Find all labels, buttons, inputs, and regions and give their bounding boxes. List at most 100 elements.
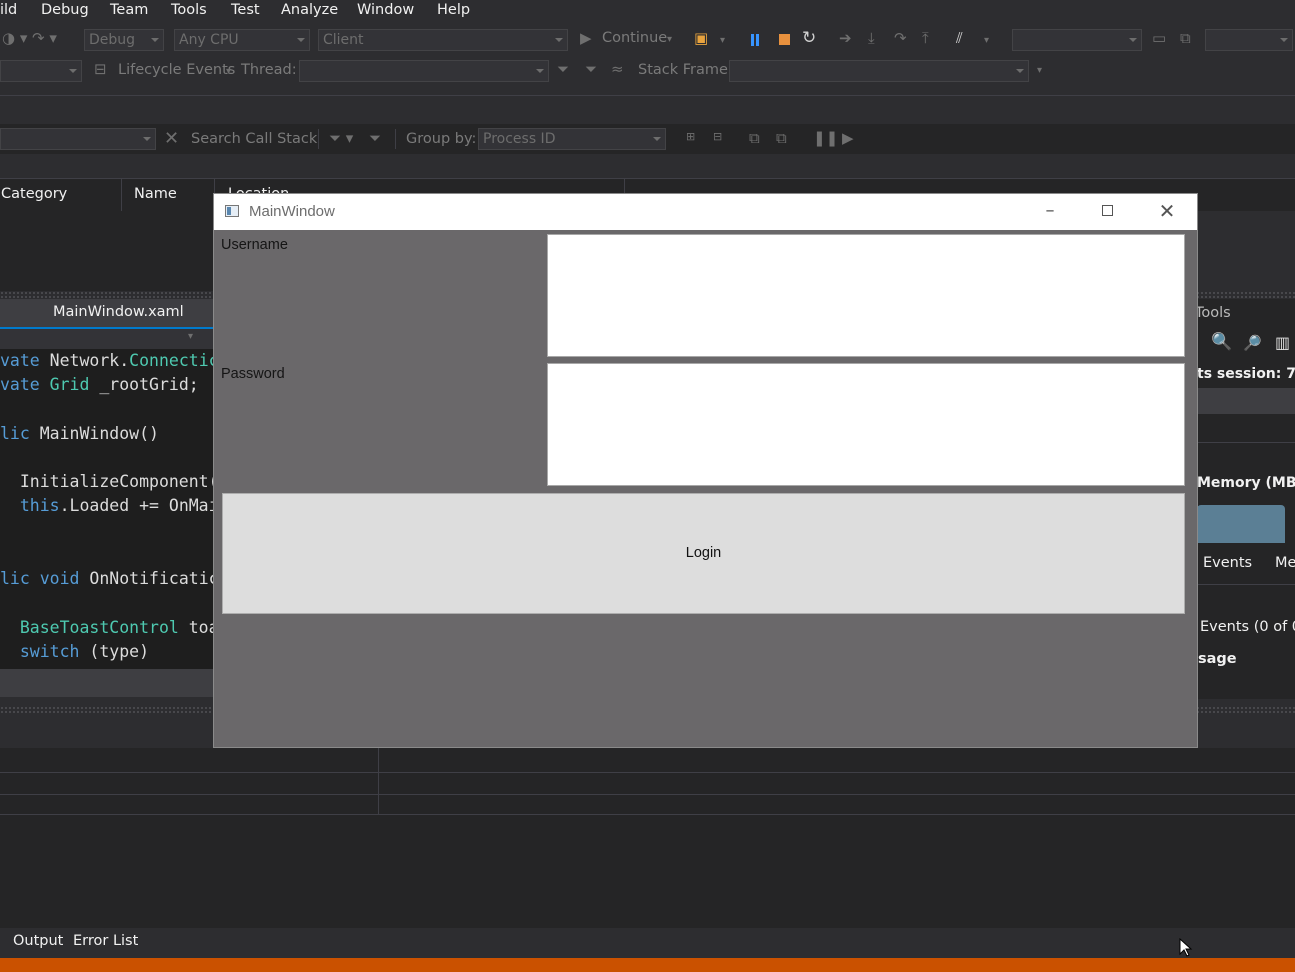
zoom-out-icon[interactable]: 🔎 [1243,334,1262,352]
filter-icon[interactable]: ⏷ ▾ [329,129,353,147]
stop-icon[interactable] [779,34,790,45]
chevron-down-icon[interactable]: ▾ [226,66,231,77]
code-line[interactable]: vate Grid _rootGrid; [0,375,199,394]
tab-error-list[interactable]: Error List [73,933,138,949]
code-token: . [119,351,130,370]
flag-icon[interactable]: ≈ [611,60,624,78]
column-name[interactable]: Name [134,186,177,202]
code-token: Grid [49,375,100,394]
hex-display-icon[interactable]: ⫽ [956,29,963,47]
continue-dropdown-icon[interactable]: ▾ [667,34,672,45]
show-next-statement-icon[interactable]: ➔ [839,29,852,47]
toolbar-overflow-icon[interactable]: ▾ [1037,65,1042,76]
code-line[interactable]: this.Loaded += OnMair [0,496,229,515]
group-by-value: Process ID [483,131,556,147]
maximize-button[interactable] [1079,194,1137,230]
password-input[interactable] [547,363,1185,486]
code-line[interactable]: lic void OnNotificatic [0,569,219,588]
stack-frame-label: Stack Frame: [638,62,733,78]
paste-icon[interactable]: ⧉ [776,129,787,147]
collapse-all-icon[interactable]: ⊟ [713,130,722,143]
code-line[interactable]: BaseToastControl toas [0,618,229,637]
pause-icon[interactable] [751,34,754,46]
code-line[interactable]: lic MainWindow() [0,424,159,443]
status-bar [0,958,1295,972]
editor-scrollbar[interactable] [0,669,214,697]
thread-label: Thread: [241,62,297,78]
tab-output[interactable]: Output [13,933,63,949]
editor-tab[interactable]: MainWindow.xaml [0,299,214,329]
standard-toolbar: ◑ ▾ ↷ ▾ Debug Any CPU Client ▶ Continue … [0,26,1295,54]
process-icon[interactable]: ▣ [694,29,708,47]
step-over-icon[interactable]: ↷ [894,29,907,47]
lifecycle-events-button[interactable]: Lifecycle Events [118,62,235,78]
tab-events[interactable]: Events [1203,555,1252,571]
login-button[interactable]: Login [222,493,1185,614]
close-icon: ✕ [1158,199,1176,223]
message-column-header[interactable]: sage [1198,651,1237,667]
code-token: .Loaded += OnMair [59,496,229,515]
layout-combo[interactable] [1205,29,1293,51]
code-line[interactable]: vate Network.Connectic [0,351,219,370]
code-token: switch [0,642,90,661]
call-stack-toolbar: ✕ Search Call Stack ⏷ ▾ ⏷ Group by: Proc… [0,124,1295,154]
restart-icon[interactable]: ↻ [802,28,816,48]
divider [1197,584,1295,585]
chart-icon[interactable]: ▥ [1275,333,1290,352]
title-bar[interactable]: MainWindow – ✕ [214,194,1197,230]
menu-help[interactable]: Help [437,2,470,18]
chevron-down-icon[interactable]: ▾ [188,331,193,342]
tab-memory-usage[interactable]: Memo [1275,555,1295,571]
copy-icon[interactable]: ⧉ [749,129,760,147]
stack-frame-combo[interactable] [729,60,1029,82]
restore-layout-icon[interactable]: ⧉ [1180,29,1191,47]
menu-tools[interactable]: Tools [171,2,207,18]
timeline-bar[interactable] [1197,388,1295,414]
events-table-body [0,211,214,291]
redo-icon[interactable]: ↷ ▾ [32,29,57,47]
username-input[interactable] [547,234,1185,357]
code-token: InitializeComponent( [0,472,219,491]
code-line[interactable]: switch (type) [0,642,149,661]
menu-team[interactable]: Team [110,2,148,18]
search-call-stack-input[interactable]: Search Call Stack [191,131,317,147]
minimize-button[interactable]: – [1021,194,1079,230]
menu-build[interactable]: ild [0,2,17,18]
platform-combo[interactable]: Any CPU [174,29,310,51]
zoom-in-icon[interactable]: 🔍 [1211,332,1232,352]
filter-options-icon[interactable]: ⏷ [369,129,381,147]
member-navigation-bar[interactable]: ▾ [0,329,214,349]
code-token: Connectic [129,351,219,370]
clear-search-icon[interactable]: ✕ [164,128,179,149]
startup-value: Client [323,32,364,48]
continue-button[interactable]: Continue [602,30,667,46]
column-category[interactable]: Category [1,186,67,202]
menu-debug[interactable]: Debug [41,2,89,18]
app-icon-pane [227,207,231,215]
pause-threads-icon[interactable]: ❚❚ [813,129,838,147]
step-out-icon[interactable]: ⤒ [922,29,929,47]
menu-analyze[interactable]: Analyze [281,2,338,18]
toolbar-options-icon[interactable]: ▾ [984,35,989,46]
code-editor[interactable]: vate Network.Connectic vate Grid _rootGri… [0,349,229,669]
menu-test[interactable]: Test [231,2,260,18]
location-combo[interactable] [1012,29,1142,51]
process-combo[interactable] [0,60,82,82]
thread-combo[interactable] [299,60,549,82]
callstack-scope-combo[interactable] [0,128,156,150]
step-into-icon[interactable]: ⤓ [868,29,875,47]
close-button[interactable]: ✕ [1138,194,1196,230]
config-combo[interactable]: Debug [84,29,164,51]
menu-window[interactable]: Window [357,2,414,18]
group-by-combo[interactable]: Process ID [478,128,666,150]
memory-graph [1197,505,1285,543]
undo-icon[interactable]: ◑ ▾ [2,29,27,47]
startup-combo[interactable]: Client [318,29,568,51]
filter-clear-icon[interactable]: ⏷ [585,60,597,78]
window-icon[interactable]: ▭ [1152,29,1166,47]
expand-all-icon[interactable]: ⊞ [686,130,695,143]
code-line[interactable]: InitializeComponent( [0,472,219,491]
filter-icon[interactable]: ⏷ [557,60,569,78]
resume-threads-icon[interactable]: ▶ [842,129,854,147]
chevron-down-icon[interactable]: ▾ [720,35,725,46]
